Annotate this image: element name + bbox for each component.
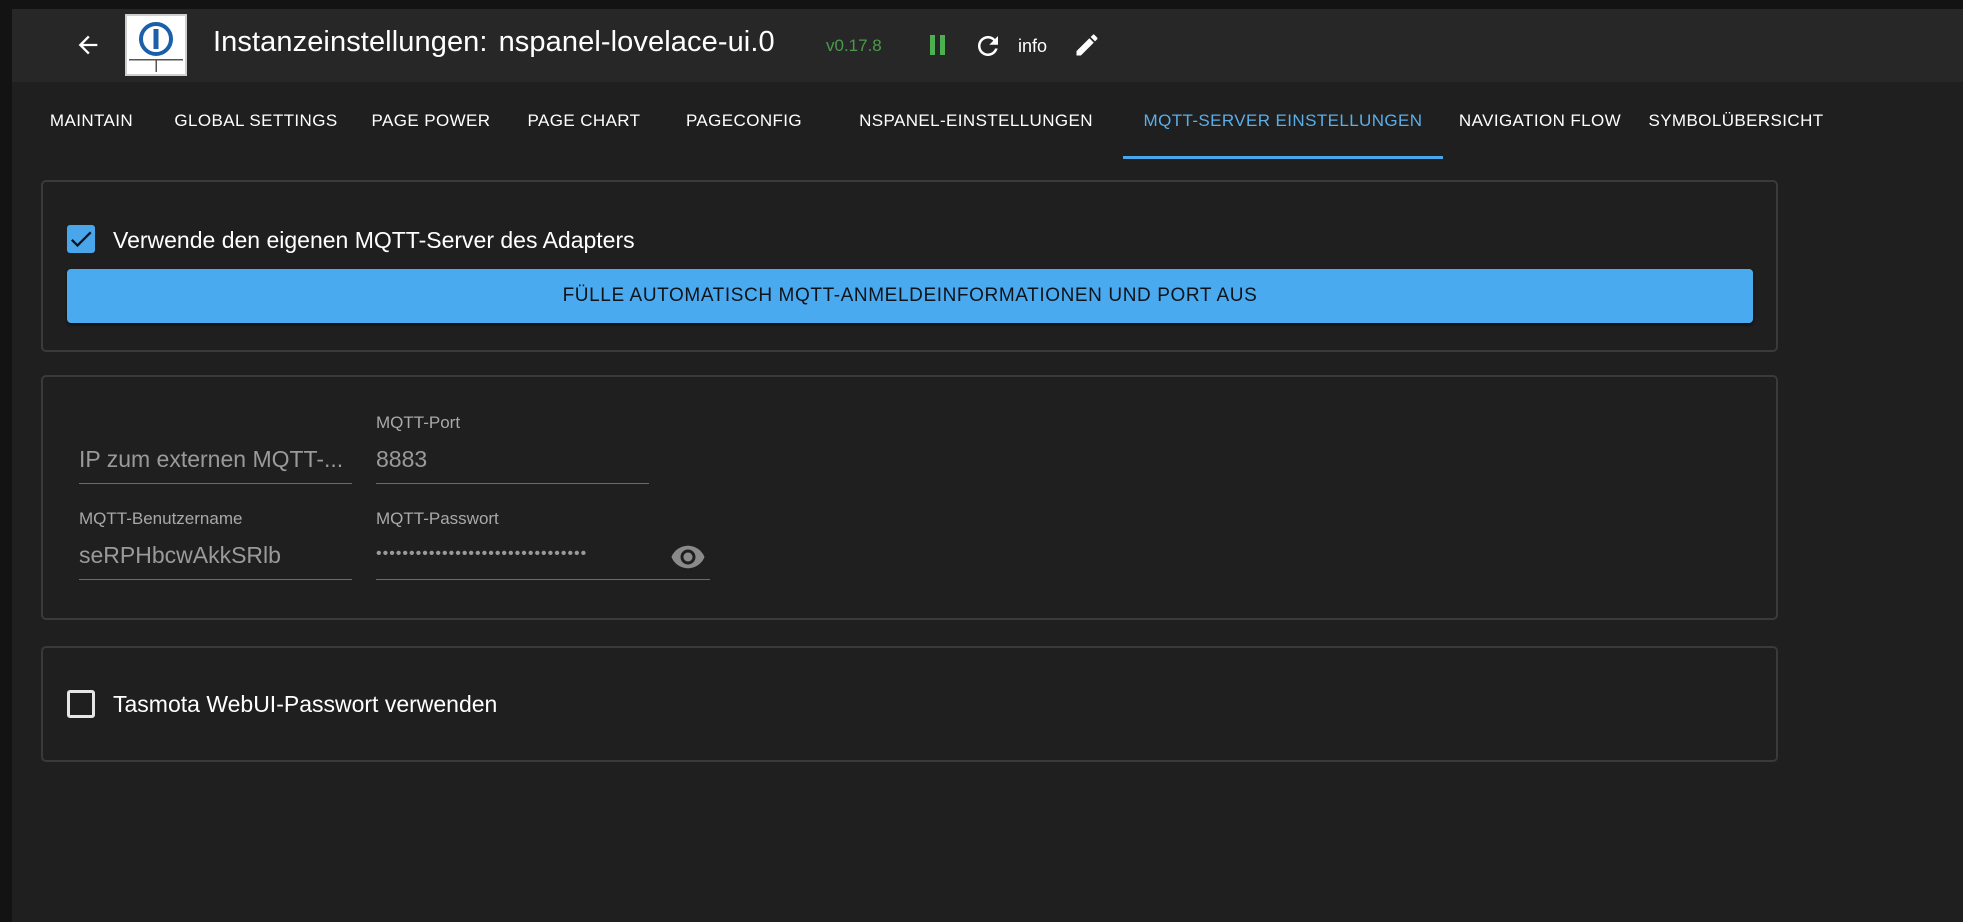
reload-icon [978, 36, 998, 56]
tab-mqtt-server-einstellungen[interactable]: MQTT-SERVER EINSTELLUNGEN [1123, 82, 1443, 160]
pause-button[interactable] [925, 32, 951, 58]
app-window: Instanzeinstellungen: nspanel-lovelace-ui… [12, 9, 1963, 922]
version-label: v0.17.8 [826, 36, 882, 55]
pencil-icon [1076, 34, 1098, 56]
mqtt-username-label: MQTT-Benutzername [79, 509, 243, 528]
info-label[interactable]: info [1018, 36, 1047, 57]
tab-page-chart[interactable]: PAGE CHART [509, 82, 659, 160]
mqtt-own-server-card: Verwende den eigenen MQTT-Server des Ada… [41, 180, 1778, 352]
mqtt-username-field[interactable]: MQTT-Benutzername seRPHbcwAkkSRlb [79, 509, 352, 580]
mqtt-port-field[interactable]: MQTT-Port 8883 [376, 413, 649, 484]
iobroker-logo-icon [129, 22, 183, 72]
tab-maintain[interactable]: MAINTAIN [24, 82, 159, 160]
tab-symboluebersicht[interactable]: SYMBOLÜBERSICHT [1637, 82, 1835, 160]
tasmota-card: Tasmota WebUI-Passwort verwenden [41, 646, 1778, 762]
mqtt-password-underline [376, 579, 710, 580]
tab-bar: MAINTAIN GLOBAL SETTINGS PAGE POWER PAGE… [12, 82, 1963, 160]
mqtt-password-field[interactable]: MQTT-Passwort ••••••••••••••••••••••••••… [376, 509, 710, 580]
title-prefix: Instanzeinstellungen: [213, 26, 488, 58]
use-own-mqtt-server-label: Verwende den eigenen MQTT-Server des Ada… [113, 227, 635, 253]
mqtt-credentials-card: IP zum externen MQTT-... MQTT-Port 8883 … [41, 375, 1778, 620]
mqtt-port-input[interactable]: 8883 [376, 446, 427, 473]
mqtt-username-underline [79, 579, 352, 580]
back-button[interactable] [68, 25, 108, 65]
toggle-password-visibility-button[interactable] [670, 539, 706, 575]
arrow-left-icon [78, 35, 98, 55]
tab-global-settings[interactable]: GLOBAL SETTINGS [159, 82, 353, 160]
use-own-mqtt-server-checkbox[interactable] [67, 225, 95, 253]
mqtt-port-underline [376, 483, 649, 484]
mqtt-ip-field[interactable]: IP zum externen MQTT-... [79, 413, 352, 484]
mqtt-port-label: MQTT-Port [376, 413, 461, 432]
tab-navigation-flow[interactable]: NAVIGATION FLOW [1443, 82, 1637, 160]
mqtt-password-label: MQTT-Passwort [376, 509, 499, 528]
tab-pageconfig[interactable]: PAGECONFIG [659, 82, 829, 160]
active-tab-indicator [1123, 156, 1443, 159]
autofill-mqtt-credentials-button[interactable]: FÜLLE AUTOMATISCH MQTT-ANMELDEINFORMATIO… [67, 269, 1753, 323]
mqtt-username-input[interactable]: seRPHbcwAkkSRlb [79, 542, 281, 569]
checkmark-icon [70, 231, 92, 248]
pause-icon [930, 35, 945, 55]
page-title: Instanzeinstellungen: nspanel-lovelace-ui… [213, 26, 775, 59]
adapter-logo [125, 14, 187, 76]
instance-name: nspanel-lovelace-ui.0 [498, 26, 775, 58]
mqtt-ip-underline [79, 483, 352, 484]
tasmota-password-label: Tasmota WebUI-Passwort verwenden [113, 691, 498, 717]
mqtt-password-input[interactable]: •••••••••••••••••••••••••••••••• [376, 545, 651, 563]
reload-button[interactable] [973, 31, 1003, 61]
tasmota-password-checkbox[interactable] [67, 690, 95, 718]
eye-icon [671, 545, 705, 569]
tab-page-power[interactable]: PAGE POWER [353, 82, 509, 160]
tab-nspanel-einstellungen[interactable]: NSPANEL-EINSTELLUNGEN [829, 82, 1123, 160]
mqtt-ip-input[interactable]: IP zum externen MQTT-... [79, 446, 352, 473]
header-bar: Instanzeinstellungen: nspanel-lovelace-ui… [12, 9, 1963, 82]
edit-button[interactable] [1073, 31, 1101, 59]
